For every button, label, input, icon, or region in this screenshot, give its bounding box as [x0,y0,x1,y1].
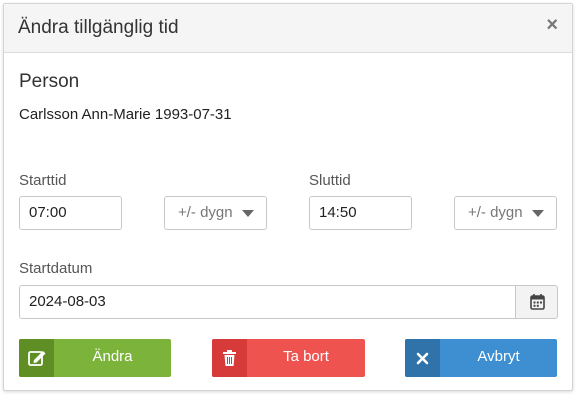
edit-icon [19,339,54,377]
edit-button[interactable]: Ändra [19,339,171,377]
person-name: Carlsson Ann-Marie 1993-07-31 [19,106,232,123]
chevron-down-icon [532,210,544,217]
start-day-offset-select[interactable]: +/- dygn [164,196,267,230]
start-day-offset-value: +/- dygn [178,204,233,221]
delete-button-label: Ta bort [283,348,329,365]
start-time-label: Starttid [19,172,67,189]
dialog-title: Ändra tillgänglig tid [18,17,179,38]
edit-button-label: Ändra [92,348,133,365]
edit-availability-dialog: Ändra tillgänglig tid × Person Carlsson … [3,3,573,391]
close-icon [405,339,440,377]
cancel-button-label: Avbryt [477,348,520,365]
calendar-button[interactable] [516,285,558,319]
end-time-label: Sluttid [309,172,351,189]
start-time-input[interactable]: 07:00 [19,196,122,230]
end-day-offset-select[interactable]: +/- dygn [454,196,557,230]
close-icon[interactable]: × [546,14,558,37]
trash-icon [212,339,247,377]
calendar-icon [530,294,545,310]
delete-button[interactable]: Ta bort [212,339,365,377]
end-day-offset-value: +/- dygn [468,204,523,221]
start-date-label: Startdatum [19,260,93,277]
start-date-input[interactable]: 2024-08-03 [19,285,516,319]
chevron-down-icon [242,210,254,217]
end-time-input[interactable]: 14:50 [309,196,412,230]
cancel-button[interactable]: Avbryt [405,339,557,377]
dialog-header: Ändra tillgänglig tid × [4,4,572,53]
person-section-label: Person [19,71,80,92]
